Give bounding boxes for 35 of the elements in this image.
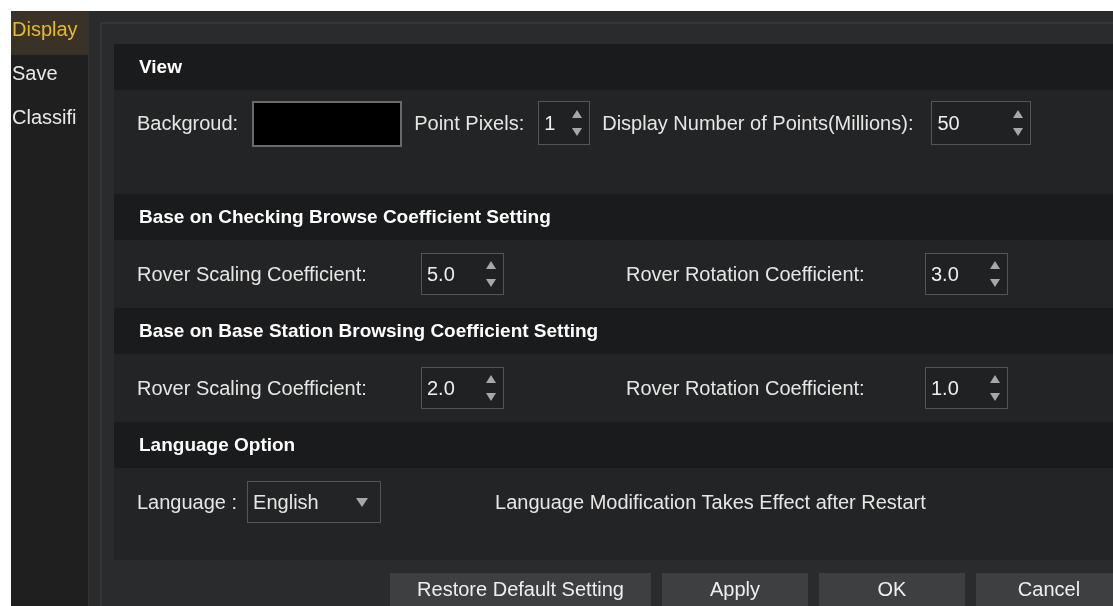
field-label: Rover Scaling Coefficient: bbox=[137, 262, 368, 286]
section-header: Base on Checking Browse Coefficient Setting bbox=[114, 194, 1113, 240]
spin-box[interactable]: 5.0 bbox=[421, 253, 504, 295]
language-dropdown[interactable]: English bbox=[247, 481, 382, 523]
up-down-arrows-icon[interactable] bbox=[1012, 108, 1025, 138]
dialog-button[interactable]: OK bbox=[819, 573, 965, 606]
spin-box[interactable]: 1 bbox=[538, 101, 591, 145]
dropdown-arrow-icon bbox=[356, 497, 369, 507]
field-label: Rover Rotation Coefficient: bbox=[626, 262, 866, 286]
spin-box[interactable]: 1.0 bbox=[925, 367, 1008, 409]
field-label: Display Number of Points(Millions): bbox=[602, 111, 914, 136]
restart-note: Language Modification Takes Effect after Restart bbox=[495, 490, 926, 514]
up-down-arrows-icon[interactable] bbox=[989, 373, 1001, 403]
field-label: Backgroud: bbox=[137, 111, 239, 136]
up-down-arrows-icon[interactable] bbox=[571, 108, 584, 138]
spin-box[interactable]: 2.0 bbox=[421, 367, 504, 409]
field-label: Rover Rotation Coefficient: bbox=[626, 376, 866, 400]
sidebar-item[interactable]: Classifi bbox=[11, 99, 88, 143]
dialog-button[interactable]: Apply bbox=[662, 573, 808, 606]
field-label: Language : bbox=[137, 490, 238, 514]
section-header: View bbox=[114, 44, 1113, 90]
section-header: Base on Base Station Browsing Coefficient Setting bbox=[114, 308, 1113, 354]
sidebar-item[interactable]: Save bbox=[11, 55, 88, 99]
up-down-arrows-icon[interactable] bbox=[485, 259, 497, 289]
dialog-button[interactable]: Restore Default Setting bbox=[390, 573, 651, 606]
up-down-arrows-icon[interactable] bbox=[485, 373, 497, 403]
dialog-button[interactable]: Cancel bbox=[976, 573, 1113, 606]
spin-box[interactable]: 50 bbox=[931, 101, 1032, 145]
section-header: Language Option bbox=[114, 422, 1113, 468]
up-down-arrows-icon[interactable] bbox=[989, 259, 1001, 289]
sidebar-item[interactable]: Display bbox=[11, 11, 88, 55]
field-label: Rover Scaling Coefficient: bbox=[137, 376, 368, 400]
field-label: Point Pixels: bbox=[414, 111, 525, 136]
color-swatch[interactable] bbox=[252, 101, 403, 147]
spin-box[interactable]: 3.0 bbox=[925, 253, 1008, 295]
